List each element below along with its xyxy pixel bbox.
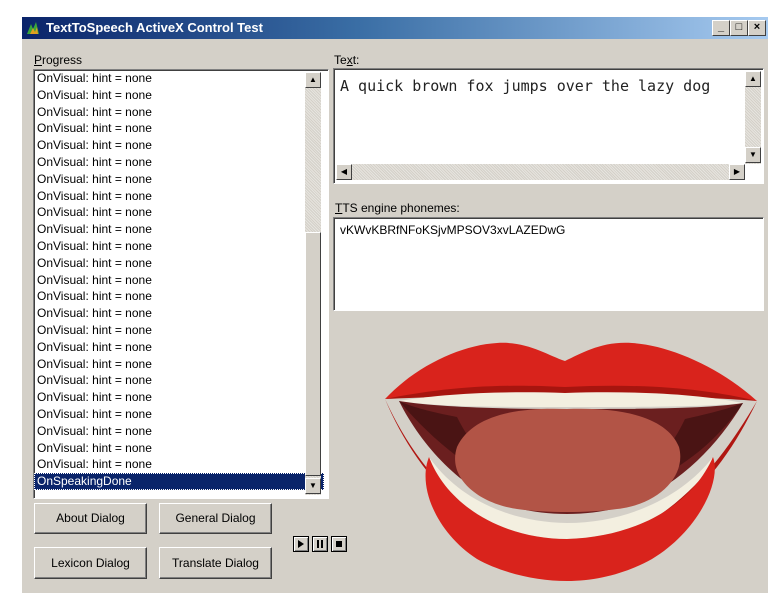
list-item[interactable]: OnVisual: hint = none [34, 104, 324, 121]
text-scroll-down-button[interactable]: ▼ [745, 147, 761, 163]
list-item[interactable]: OnVisual: hint = none [34, 305, 324, 322]
scroll-up-button[interactable]: ▲ [305, 72, 321, 88]
progress-label: Progress [34, 53, 83, 67]
phonemes-label: TTS engine phonemes: [335, 201, 460, 215]
scroll-down-button[interactable]: ▼ [305, 478, 321, 494]
pause-button[interactable] [312, 536, 328, 552]
general-dialog-button[interactable]: General Dialog [159, 503, 272, 534]
list-item[interactable]: OnVisual: hint = none [34, 272, 324, 289]
list-item[interactable]: OnVisual: hint = none [34, 389, 324, 406]
list-item[interactable]: OnVisual: hint = none [34, 238, 324, 255]
list-item-selected[interactable]: OnSpeakingDone [34, 473, 324, 490]
list-item[interactable]: OnVisual: hint = none [34, 154, 324, 171]
minimize-button[interactable]: _ [712, 20, 730, 36]
list-item[interactable]: OnVisual: hint = none [34, 188, 324, 205]
text-hscrollbar[interactable] [336, 164, 745, 180]
play-icon [298, 540, 304, 548]
pause-icon [317, 540, 323, 548]
list-item[interactable]: OnVisual: hint = none [34, 339, 324, 356]
mouth-graphic [385, 342, 757, 581]
progress-list[interactable]: OnVisual: hint = none OnVisual: hint = no… [34, 70, 324, 496]
title-bar[interactable]: TextToSpeech ActiveX Control Test _ □ × [22, 17, 768, 39]
maximize-button[interactable]: □ [730, 20, 748, 36]
list-item[interactable]: OnVisual: hint = none [34, 221, 324, 238]
text-scroll-up-button[interactable]: ▲ [745, 71, 761, 87]
stop-button[interactable] [331, 536, 347, 552]
window-title: TextToSpeech ActiveX Control Test [46, 20, 263, 35]
play-button[interactable] [293, 536, 309, 552]
lexicon-dialog-button[interactable]: Lexicon Dialog [34, 547, 147, 579]
list-item[interactable]: OnVisual: hint = none [34, 440, 324, 457]
tongue [455, 408, 681, 512]
list-item[interactable]: OnVisual: hint = none [34, 423, 324, 440]
list-item[interactable]: OnVisual: hint = none [34, 204, 324, 221]
text-scroll-right-button[interactable]: ▶ [729, 164, 745, 180]
list-item[interactable]: OnVisual: hint = none [34, 288, 324, 305]
text-scroll-left-button[interactable]: ◀ [336, 164, 352, 180]
list-item[interactable]: OnVisual: hint = none [34, 137, 324, 154]
list-item[interactable]: OnVisual: hint = none [34, 456, 324, 473]
translate-dialog-button[interactable]: Translate Dialog [159, 547, 272, 579]
list-item[interactable]: OnVisual: hint = none [34, 171, 324, 188]
list-item[interactable]: OnVisual: hint = none [34, 356, 324, 373]
text-input-value[interactable]: A quick brown fox jumps over the lazy do… [340, 77, 710, 95]
list-item[interactable]: OnVisual: hint = none [34, 255, 324, 272]
close-button[interactable]: × [748, 20, 766, 36]
app-icon [27, 22, 39, 34]
phonemes-value: vKWvKBRfNFoKSjvMPSOV3xvLAZEDwG [340, 223, 566, 237]
list-item[interactable]: OnVisual: hint = none [34, 372, 324, 389]
list-item[interactable]: OnVisual: hint = none [34, 322, 324, 339]
about-dialog-button[interactable]: About Dialog [34, 503, 147, 534]
scroll-thumb[interactable] [305, 232, 321, 476]
list-item[interactable]: OnVisual: hint = none [34, 406, 324, 423]
stop-icon [336, 541, 342, 547]
text-label: Text: [334, 53, 360, 67]
list-item[interactable]: OnVisual: hint = none [34, 120, 324, 137]
list-item[interactable]: OnVisual: hint = none [34, 87, 324, 104]
app-window: TextToSpeech ActiveX Control Test _ □ × … [22, 17, 768, 593]
list-item[interactable]: OnVisual: hint = none [34, 70, 324, 87]
